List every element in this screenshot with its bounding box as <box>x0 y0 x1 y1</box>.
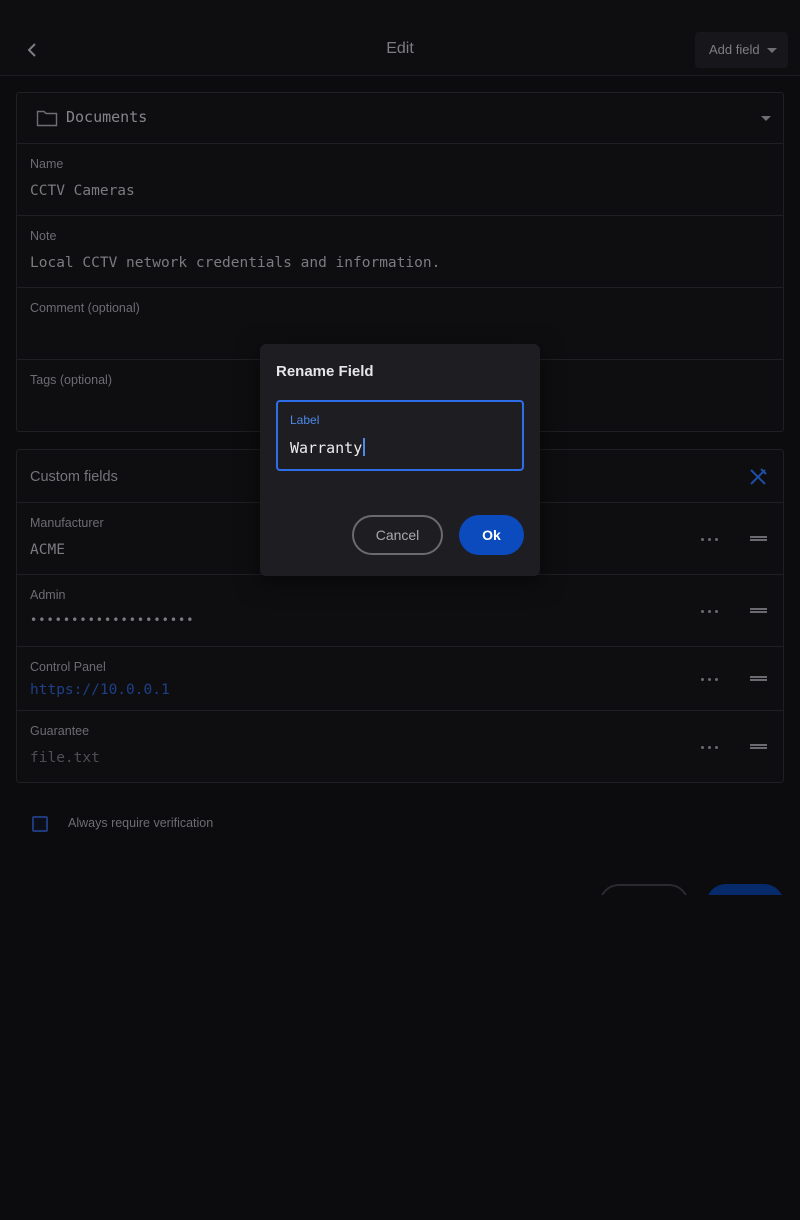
more-horizontal-icon[interactable] <box>701 746 719 750</box>
name-value: CCTV Cameras <box>30 183 135 199</box>
custom-field-row[interactable]: Control Panel https://10.0.0.1 <box>17 647 783 711</box>
caret-down-icon <box>767 48 777 53</box>
note-field[interactable]: Note Local CCTV network credentials and … <box>17 216 783 288</box>
caret-down-icon <box>761 116 771 121</box>
drag-handle-icon[interactable] <box>750 744 767 749</box>
text-cursor <box>363 438 366 456</box>
folder-selector[interactable]: Documents <box>17 93 783 144</box>
label-input-label: Label <box>290 413 320 427</box>
cancel-button[interactable]: Cancel <box>352 515 443 555</box>
comment-label: Comment (optional) <box>30 301 140 315</box>
name-field[interactable]: Name CCTV Cameras <box>17 144 783 216</box>
custom-field-row[interactable]: Admin •••••••••••••••••••• <box>17 575 783 647</box>
dialog-title: Rename Field <box>276 363 374 380</box>
tags-label: Tags (optional) <box>30 373 112 387</box>
label-input-text: Warranty <box>290 439 363 457</box>
custom-field-label: Manufacturer <box>30 516 104 530</box>
drag-handle-icon[interactable] <box>750 536 767 541</box>
verification-checkbox[interactable] <box>32 816 48 832</box>
page-bottom-area <box>0 895 800 1220</box>
custom-field-row[interactable]: Guarantee file.txt <box>17 711 783 782</box>
ok-button[interactable]: Ok <box>459 515 524 555</box>
custom-field-link[interactable]: https://10.0.0.1 <box>30 682 170 698</box>
custom-fields-title: Custom fields <box>30 469 118 485</box>
custom-field-value: •••••••••••••••••••• <box>30 613 195 627</box>
more-horizontal-icon[interactable] <box>701 538 719 542</box>
custom-field-file[interactable]: file.txt <box>30 750 100 766</box>
custom-field-label: Admin <box>30 588 66 602</box>
custom-field-value: ACME <box>30 542 65 558</box>
add-field-button[interactable]: Add field <box>695 32 788 68</box>
label-input[interactable]: Label Warranty <box>276 400 524 471</box>
note-label: Note <box>30 229 57 243</box>
app-header: Edit Add field <box>0 0 800 76</box>
more-horizontal-icon[interactable] <box>701 678 719 682</box>
folder-icon <box>36 110 58 127</box>
folder-name: Documents <box>66 108 148 126</box>
custom-field-label: Guarantee <box>30 724 90 738</box>
drag-handle-icon[interactable] <box>750 608 767 613</box>
page-title: Edit <box>386 40 414 57</box>
custom-field-label: Control Panel <box>30 660 106 674</box>
more-horizontal-icon[interactable] <box>701 610 719 614</box>
add-field-label: Add field <box>709 42 760 57</box>
label-input-value: Warranty <box>290 438 366 457</box>
drag-handle-icon[interactable] <box>750 676 767 681</box>
verification-label: Always require verification <box>68 816 214 830</box>
note-value: Local CCTV network credentials and infor… <box>30 255 441 271</box>
name-label: Name <box>30 157 64 171</box>
rename-field-dialog: Rename Field Label Warranty Cancel Ok <box>260 344 540 576</box>
tools-icon[interactable] <box>748 467 768 487</box>
